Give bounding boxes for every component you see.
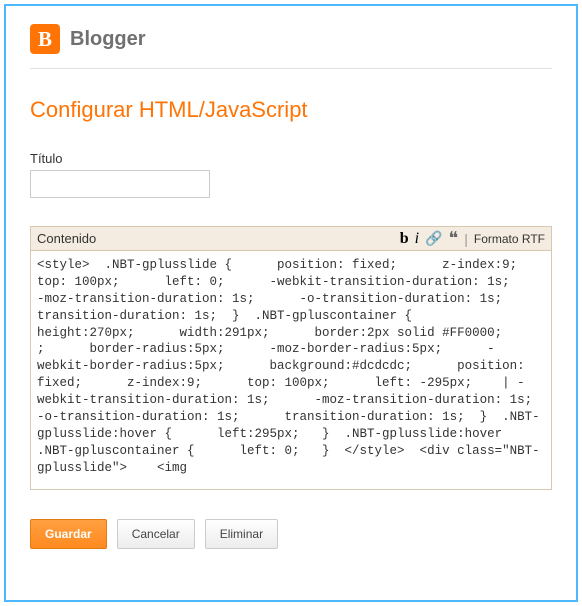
logo-letter: B	[38, 27, 52, 52]
content-textarea[interactable]	[30, 250, 552, 490]
product-name: Blogger	[70, 28, 146, 51]
title-input[interactable]	[30, 170, 210, 198]
cancel-button[interactable]: Cancelar	[117, 519, 195, 549]
link-button[interactable]: 🔗	[425, 230, 442, 247]
blogger-logo-icon: B	[30, 24, 60, 54]
toolbar-separator: |	[464, 231, 468, 247]
format-toolbar: b i 🔗 ❝ | Formato RTF	[400, 230, 545, 248]
italic-button[interactable]: i	[415, 230, 419, 248]
widget-config-dialog: B Blogger Configurar HTML/JavaScript Tít…	[4, 4, 578, 602]
content-field-group: Contenido b i 🔗 ❝ | Formato RTF	[30, 226, 552, 495]
content-toolbar: Contenido b i 🔗 ❝ | Formato RTF	[30, 226, 552, 250]
quote-button[interactable]: ❝	[449, 233, 459, 244]
title-label: Título	[30, 151, 552, 166]
bold-button[interactable]: b	[400, 230, 409, 248]
content-label: Contenido	[37, 231, 96, 246]
header: B Blogger	[30, 18, 552, 69]
button-row: Guardar Cancelar Eliminar	[30, 519, 552, 549]
save-button[interactable]: Guardar	[30, 519, 107, 549]
title-field-group: Título	[30, 151, 552, 198]
delete-button[interactable]: Eliminar	[205, 519, 278, 549]
rtf-toggle[interactable]: Formato RTF	[474, 232, 545, 246]
page-title: Configurar HTML/JavaScript	[30, 97, 552, 123]
